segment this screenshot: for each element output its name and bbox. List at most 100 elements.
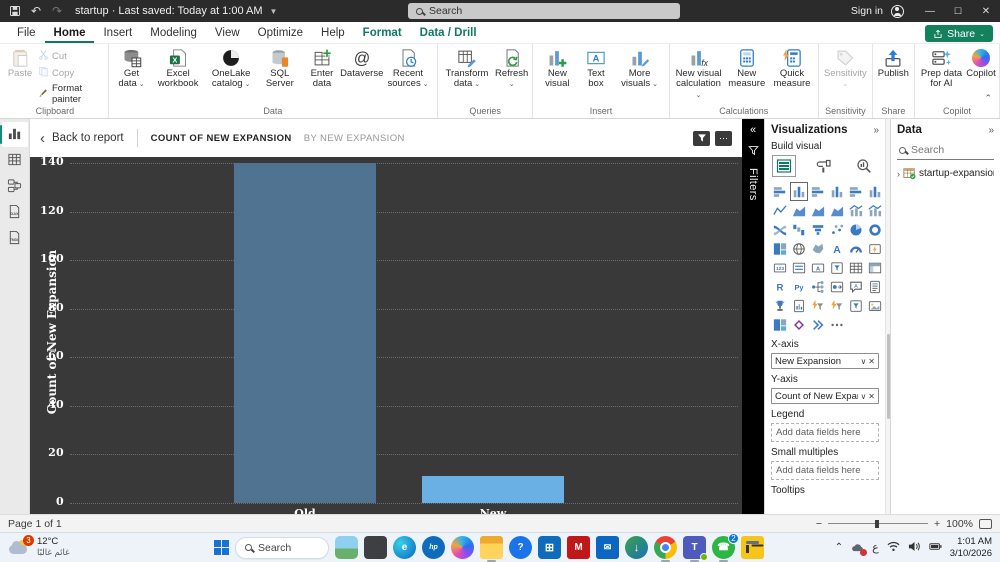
- line-and-clustered-column-chart-visual-icon[interactable]: [866, 201, 884, 220]
- filled-map-visual-icon[interactable]: [809, 239, 827, 258]
- decomposition-tree-visual-icon[interactable]: [809, 277, 827, 296]
- arcgis-map-visual-icon[interactable]: [771, 315, 789, 334]
- back-to-report-button[interactable]: ‹ Back to report: [40, 131, 124, 146]
- field-placeholder[interactable]: Add data fields here: [771, 461, 879, 480]
- taskbar-app-copilot[interactable]: [451, 536, 474, 559]
- 100-stacked-area-chart-visual-icon[interactable]: [828, 201, 846, 220]
- scrollbar-thumb[interactable]: [887, 334, 890, 419]
- wifi-icon[interactable]: [887, 540, 900, 556]
- zoom-in-button[interactable]: +: [934, 518, 940, 530]
- bar-new[interactable]: [422, 476, 564, 503]
- build-visual-tab[interactable]: [772, 155, 796, 177]
- get-data-button[interactable]: Get data ⌄: [112, 46, 151, 90]
- pie-chart-visual-icon[interactable]: [847, 220, 865, 239]
- account-avatar-icon[interactable]: [891, 4, 904, 18]
- field-pill-y-axis[interactable]: Count of New Expansi...∨✕: [771, 388, 879, 404]
- azure-map-visual-icon[interactable]: A: [828, 239, 846, 258]
- sql-server-button[interactable]: SQL Server: [258, 46, 301, 90]
- recent-sources-button[interactable]: Recent sources ⌄: [382, 46, 434, 90]
- chevron-right-icon[interactable]: ›: [897, 169, 900, 179]
- tab-format[interactable]: Format: [354, 22, 411, 43]
- clustered-bar-chart-visual-icon[interactable]: [809, 182, 827, 201]
- taskbar-app-snipping-tool[interactable]: [364, 536, 387, 559]
- stacked-area-chart-visual-icon[interactable]: [809, 201, 827, 220]
- table-visual-icon[interactable]: [847, 258, 865, 277]
- new-slicer-visual-icon[interactable]: [847, 296, 865, 315]
- image-visual-icon[interactable]: [866, 296, 884, 315]
- power-automate-visual-visual-icon[interactable]: [828, 296, 846, 315]
- tab-view[interactable]: View: [206, 22, 249, 43]
- prep-data-for-ai-button[interactable]: Prep data for AI: [918, 46, 965, 90]
- zoom-out-button[interactable]: −: [816, 518, 822, 530]
- titlebar-search-input[interactable]: [429, 5, 649, 17]
- copy-button[interactable]: Copy: [36, 65, 105, 81]
- save-icon[interactable]: [8, 4, 22, 18]
- excel-workbook-button[interactable]: X Excel workbook: [152, 46, 204, 90]
- field-placeholder[interactable]: Add data fields here: [771, 423, 879, 442]
- taskbar-app-task-view[interactable]: [335, 536, 358, 559]
- paginated-report-visual-icon[interactable]: [790, 296, 808, 315]
- copilot-button[interactable]: Copilot: [966, 46, 996, 79]
- onedrive-icon[interactable]: [851, 541, 868, 556]
- stacked-bar-chart-visual-icon[interactable]: [771, 182, 789, 201]
- maximize-button[interactable]: ☐: [944, 0, 972, 22]
- 100-stacked-bar-chart-visual-icon[interactable]: [847, 182, 865, 201]
- treemap-visual-icon[interactable]: [771, 239, 789, 258]
- visual-filter-button[interactable]: [693, 130, 710, 146]
- format-visual-tab[interactable]: [812, 155, 836, 177]
- taskbar-app-teams[interactable]: T: [683, 536, 708, 562]
- remove-field-icon[interactable]: ✕: [868, 392, 875, 401]
- more-visuals-button[interactable]: More visuals ⌄: [614, 46, 666, 90]
- r-script-visual-visual-icon[interactable]: R: [771, 277, 789, 296]
- tab-data-drill[interactable]: Data / Drill: [411, 22, 486, 43]
- chevron-down-icon[interactable]: ∨: [860, 392, 866, 401]
- onelake-catalog-button[interactable]: OneLake catalog ⌄: [205, 46, 257, 90]
- new-card-visual-icon[interactable]: A: [809, 258, 827, 277]
- map-visual-icon[interactable]: [790, 239, 808, 258]
- analytics-tab[interactable]: [852, 155, 876, 177]
- volume-icon[interactable]: [908, 540, 921, 556]
- new-visual-button[interactable]: New visual: [536, 46, 578, 90]
- chevron-down-icon[interactable]: ∨: [860, 357, 866, 366]
- new-measure-button[interactable]: New measure: [726, 46, 768, 90]
- sidebar-item-model-view[interactable]: [2, 174, 28, 199]
- sidebar-item-dax-query-view[interactable]: DAX: [2, 200, 28, 225]
- transform-data-button[interactable]: Transform data ⌄: [441, 46, 493, 90]
- pane-scrollbar[interactable]: [885, 119, 890, 514]
- tab-modeling[interactable]: Modeling: [141, 22, 206, 43]
- multi-row-card-visual-icon[interactable]: [790, 258, 808, 277]
- kpi-visual-icon[interactable]: [866, 239, 884, 258]
- get-more-visuals-visual-icon[interactable]: [828, 315, 846, 334]
- line-and-stacked-column-chart-visual-icon[interactable]: [847, 201, 865, 220]
- zoom-slider-thumb[interactable]: [875, 519, 879, 528]
- sidebar-item-table-view[interactable]: [2, 148, 28, 173]
- taskbar-app-hp[interactable]: hp: [422, 536, 445, 559]
- data-search-input[interactable]: [911, 144, 979, 156]
- collapse-ribbon-icon[interactable]: ⌃: [984, 93, 992, 561]
- zoom-slider[interactable]: [828, 519, 928, 528]
- area-chart-visual-icon[interactable]: [790, 201, 808, 220]
- sensitivity-button[interactable]: Sensitivity ⌄: [822, 46, 869, 90]
- clustered-column-chart-visual-icon[interactable]: [828, 182, 846, 201]
- refresh-button[interactable]: Refresh ⌄: [494, 46, 529, 90]
- publish-button[interactable]: Publish: [876, 46, 911, 79]
- funnel-chart-visual-icon[interactable]: [809, 220, 827, 239]
- filters-pane-label[interactable]: Filters: [747, 168, 759, 201]
- text-box-button[interactable]: A Text box: [579, 46, 612, 90]
- hidden-icons-chevron-icon[interactable]: ⌃: [835, 542, 843, 553]
- power-apps-visual-icon[interactable]: [790, 315, 808, 334]
- waterfall-chart-visual-icon[interactable]: [790, 220, 808, 239]
- battery-icon[interactable]: [929, 540, 942, 556]
- power-apps-visual-visual-icon[interactable]: [809, 296, 827, 315]
- slicer-visual-icon[interactable]: [828, 258, 846, 277]
- field-pill-x-axis[interactable]: New Expansion ∨ ✕: [771, 353, 879, 369]
- start-button[interactable]: [214, 540, 229, 555]
- paste-button[interactable]: Paste: [5, 46, 35, 79]
- tab-help[interactable]: Help: [312, 22, 354, 43]
- taskbar-app-power-bi[interactable]: [741, 536, 764, 559]
- data-table-item[interactable]: › startup-expansion-new: [897, 167, 994, 180]
- matrix-visual-icon[interactable]: [866, 258, 884, 277]
- enter-data-button[interactable]: Enter data: [302, 46, 341, 90]
- ribbon-chart-visual-icon[interactable]: [771, 220, 789, 239]
- taskbar-app-mcafee[interactable]: M: [567, 536, 590, 559]
